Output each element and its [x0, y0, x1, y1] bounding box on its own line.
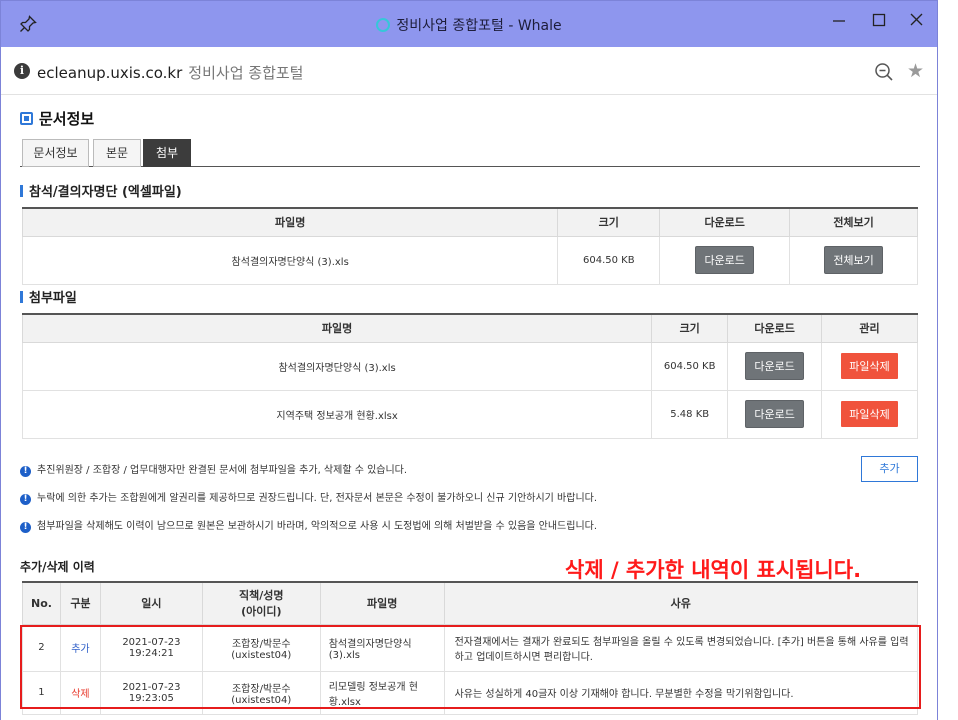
delete-file-button[interactable]: 파일삭제	[841, 353, 898, 379]
maximize-icon[interactable]	[867, 11, 891, 31]
column-header: 파일명	[21, 313, 653, 343]
window-title: 정비사업 종합포털 - Whale	[1, 15, 937, 35]
add-button[interactable]: 추가	[861, 456, 918, 482]
attendance-table: 파일명 크기 다운로드 전체보기 참석결의자명단양식 (3).xls 604.5…	[21, 207, 918, 285]
annotation-callout: 삭제 / 추가한 내역이 표시됩니다.	[565, 558, 862, 582]
download-button[interactable]: 다운로드	[745, 352, 804, 380]
minimize-icon[interactable]	[827, 11, 851, 31]
download-button[interactable]: 다운로드	[695, 246, 754, 274]
column-header: 파일명	[319, 581, 445, 625]
notice-item: ! 추진위원장 / 조합장 / 업무대행자만 완결된 문서에 첨부파일을 추가, …	[20, 461, 407, 477]
attachment-section-title: 첨부파일	[20, 287, 77, 306]
highlight-box	[20, 625, 921, 709]
delete-file-button[interactable]: 파일삭제	[841, 401, 898, 427]
file-name: 참석결의자명단양식 (3).xls	[21, 235, 559, 285]
zoom-out-icon[interactable]	[874, 62, 894, 82]
file-size: 604.50 KB	[557, 235, 661, 285]
section-bar-icon	[20, 185, 23, 197]
file-name: 참석결의자명단양식 (3).xls	[21, 341, 653, 391]
column-header: 관리	[821, 313, 918, 343]
column-header: 일시	[99, 581, 203, 625]
tab-attachment[interactable]: 첨부	[143, 139, 191, 167]
exclamation-icon: !	[20, 522, 31, 533]
info-icon[interactable]: i	[14, 63, 30, 79]
column-header: 전체보기	[789, 207, 918, 237]
column-header: No.	[22, 581, 61, 625]
notice-item: ! 누락에 의한 추가는 조합원에게 알권리를 제공하므로 권장드립니다. 단, …	[20, 489, 597, 505]
file-size: 604.50 KB	[651, 341, 729, 391]
section-bar-icon	[20, 291, 23, 303]
table-row: 참석결의자명단양식 (3).xls 604.50 KB 다운로드 전체보기	[21, 235, 918, 285]
exclamation-icon: !	[20, 494, 31, 505]
page-title: 문서정보	[20, 108, 94, 129]
table-row: 지역주택 정보공개 현황.xlsx 5.48 KB 다운로드 파일삭제	[21, 389, 918, 439]
title-bar: 정비사업 종합포털 - Whale	[1, 1, 937, 47]
tab-document-info[interactable]: 문서정보	[22, 139, 89, 167]
bookmark-star-icon[interactable]: ★	[907, 61, 924, 81]
tab-bar: 문서정보 본문 첨부	[20, 139, 920, 167]
history-section-title: 추가/삭제 이력	[20, 560, 95, 574]
download-button[interactable]: 다운로드	[745, 400, 804, 428]
notice-item: ! 첨부파일을 삭제해도 이력이 남으므로 원본은 보관하시기 바라며, 악의적으…	[20, 517, 597, 533]
tab-body[interactable]: 본문	[93, 139, 141, 167]
attendance-section-title: 참석/결의자명단 (엑셀파일)	[20, 181, 182, 200]
address-bar[interactable]: i ecleanup.uxis.co.kr 정비사업 종합포털 ★	[1, 47, 937, 95]
file-name: 지역주택 정보공개 현황.xlsx	[21, 389, 653, 439]
column-header: 다운로드	[727, 313, 823, 343]
url-text[interactable]: ecleanup.uxis.co.kr 정비사업 종합포털	[37, 62, 303, 83]
column-header: 직책/성명 (아이디)	[201, 581, 321, 625]
whale-icon	[376, 18, 391, 32]
table-row: 참석결의자명단양식 (3).xls 604.50 KB 다운로드 파일삭제	[21, 341, 918, 391]
column-header: 크기	[651, 313, 729, 343]
column-header: 파일명	[21, 207, 559, 237]
column-header: 구분	[59, 581, 101, 625]
section-square-icon	[20, 112, 33, 125]
exclamation-icon: !	[20, 466, 31, 477]
column-header: 크기	[557, 207, 661, 237]
close-icon[interactable]	[905, 11, 929, 31]
column-header: 사유	[443, 581, 919, 625]
column-header: 다운로드	[659, 207, 791, 237]
full-view-button[interactable]: 전체보기	[824, 246, 883, 274]
file-size: 5.48 KB	[651, 389, 729, 439]
attachment-table: 파일명 크기 다운로드 관리 참석결의자명단양식 (3).xls 604.50 …	[21, 313, 918, 439]
